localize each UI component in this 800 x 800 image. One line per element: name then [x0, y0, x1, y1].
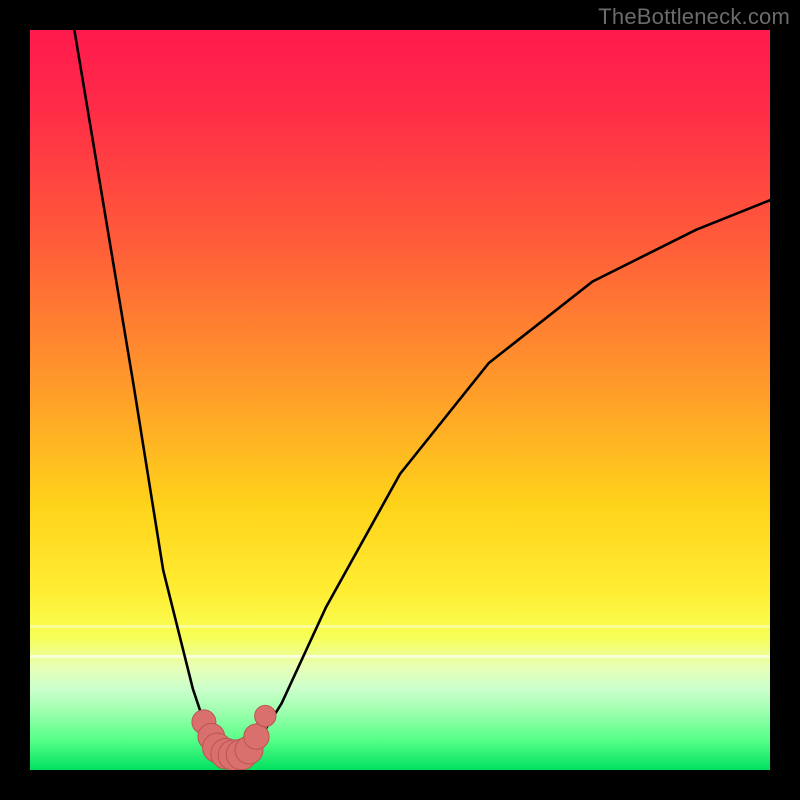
- marker-cluster: [192, 705, 276, 770]
- marker-dot: [255, 705, 276, 726]
- chart-frame: TheBottleneck.com: [0, 0, 800, 800]
- right-curve: [237, 200, 770, 755]
- curve-layer: [30, 30, 770, 770]
- chart-plot-area: [30, 30, 770, 770]
- marker-dot: [244, 724, 269, 749]
- left-curve: [74, 30, 237, 755]
- watermark-text: TheBottleneck.com: [598, 4, 790, 30]
